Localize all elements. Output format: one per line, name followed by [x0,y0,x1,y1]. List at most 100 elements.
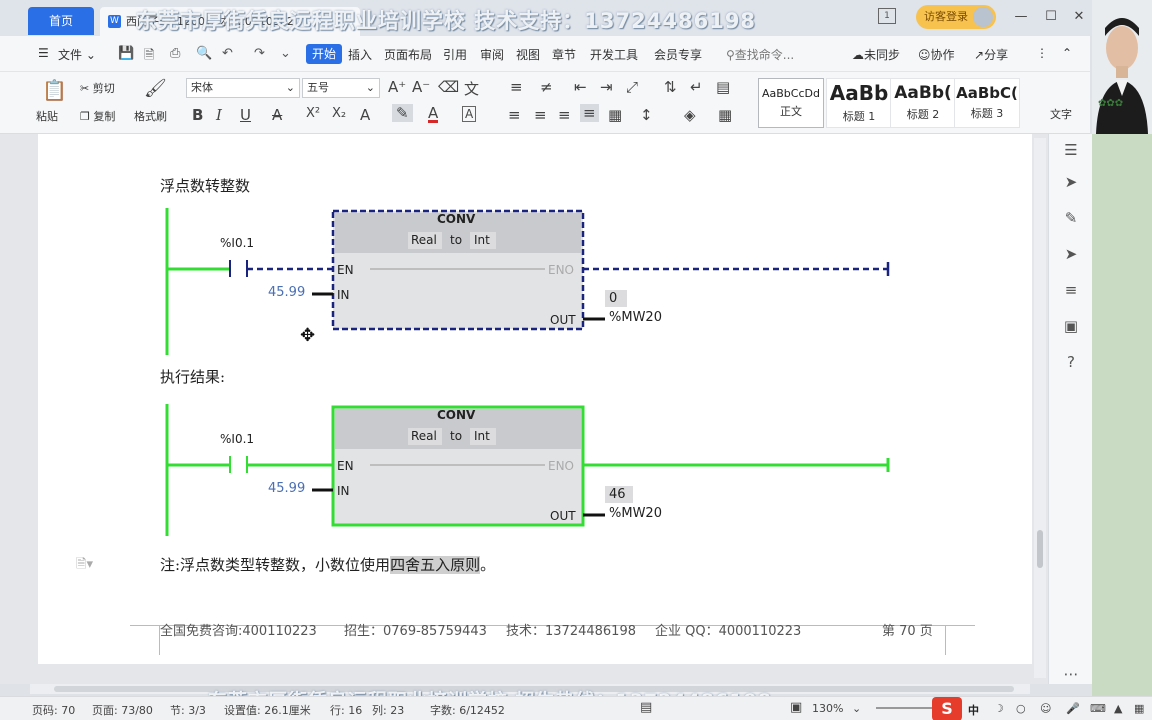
style-normal[interactable]: AaBbCcDd 正文 [758,78,824,128]
clear-format-icon[interactable]: ⌫ [438,78,459,96]
ime-logo-icon[interactable]: S [932,697,962,720]
superscript-icon[interactable]: X² [306,106,320,121]
bold-icon[interactable]: B [192,106,203,124]
collab-button[interactable]: ☺协作 [918,46,955,63]
status-page-number[interactable]: 页码: 70 [32,702,75,718]
page-view-icon[interactable]: ▤ [640,700,652,715]
char-border-icon[interactable]: A [462,106,477,122]
status-setting[interactable]: 设置值: 26.1厘米 [224,702,311,718]
indent-icon[interactable]: ⇥ [600,78,613,96]
zoom-slider[interactable] [876,707,932,709]
collapse-ribbon-icon[interactable]: ⌃ [1062,46,1072,60]
sync-status[interactable]: ☁未同步 [852,46,900,63]
increase-font-icon[interactable]: A⁺ [388,78,406,96]
share-button[interactable]: ↗分享 [974,46,1008,63]
subscript-icon[interactable]: X₂ [332,106,346,121]
font-size-select[interactable]: 五号 ⌄ [302,78,380,98]
menu-tab-view[interactable]: 视图 [516,46,540,63]
cut-button[interactable]: ✂ 剪切 [80,80,115,96]
underline-icon[interactable]: U [240,106,251,124]
font-color-icon[interactable]: A [428,106,439,123]
menu-tab-layout[interactable]: 页面布局 [384,46,432,63]
highlight-icon[interactable]: ✎ [392,104,413,122]
export-pdf-icon[interactable]: 🗎 [144,46,154,68]
scroll-thumb[interactable] [1037,530,1043,568]
align-right-icon[interactable]: ≡ [558,106,571,124]
archive-icon[interactable]: ▣ [1061,316,1081,336]
font-family-select[interactable]: 宋体 ⌄ [186,78,300,98]
ime-chinese-icon[interactable]: 中 [968,702,979,718]
home-tab[interactable]: 首页 [28,7,94,35]
rocket-icon[interactable]: ➤ [1061,172,1081,192]
file-menu[interactable]: 文件 ⌄ [58,46,96,63]
command-search[interactable]: ⚲查找命令... [726,46,794,63]
menu-tab-insert[interactable]: 插入 [348,46,372,63]
show-marks-icon[interactable]: ↵ [690,78,703,96]
fit-page-icon[interactable]: ▣ [790,700,802,715]
style-heading-2[interactable]: AaBb( 标题 2 [890,78,956,128]
shading-icon[interactable]: ◈ [684,106,696,124]
status-section[interactable]: 节: 3/3 [170,702,206,718]
text-effect-icon[interactable]: A [360,106,370,124]
menu-tab-start[interactable]: 开始 [306,44,342,64]
window-mode-icon[interactable]: 1 [878,8,896,24]
chinese-layout-icon[interactable]: ⤢ [626,78,638,96]
status-pages[interactable]: 页面: 73/80 [92,702,153,718]
save-icon[interactable]: 💾 [118,46,134,61]
menu-tab-chapter[interactable]: 章节 [552,46,576,63]
help-icon[interactable]: ? [1061,352,1081,372]
ime-moon-icon[interactable]: ☽ [994,702,1004,715]
align-left-icon[interactable]: ≡ [508,106,521,124]
hamburger-icon[interactable]: ☰ [38,46,49,60]
vertical-scrollbar[interactable] [1034,138,1046,678]
status-words[interactable]: 字数: 6/12452 [430,702,505,718]
sort-icon[interactable]: ⇅ [664,78,677,96]
text-tools-button[interactable]: 文字 [1050,106,1072,122]
style-heading-1[interactable]: AaBb 标题 1 [826,78,892,128]
maximize-button[interactable]: ☐ [1040,6,1062,28]
zoom-dropdown-icon[interactable]: ⌄ [852,702,861,715]
paste-icon[interactable]: 📋 [42,78,67,102]
settings-sliders-icon[interactable]: ≡ [1061,280,1081,300]
italic-icon[interactable]: I [216,106,222,124]
ime-grid-icon[interactable]: ▦ [1134,702,1144,715]
pen-icon[interactable]: ✎ [1061,208,1081,228]
pointer-icon[interactable]: ➤ [1061,244,1081,264]
decrease-font-icon[interactable]: A⁻ [412,78,430,96]
redo-icon[interactable]: ↷ [254,46,265,61]
borders-icon[interactable]: ▦ [718,106,732,124]
panel-menu-icon[interactable]: ☰ [1061,140,1081,160]
minimize-button[interactable]: — [1010,6,1032,28]
menu-tab-member[interactable]: 会员专享 [654,46,702,63]
paste-button[interactable]: 粘贴 [36,108,58,124]
ime-emoji-icon[interactable]: ☺ [1040,702,1051,715]
undo-icon[interactable]: ↶ [222,46,233,61]
close-button[interactable]: ✕ [1068,6,1090,28]
format-painter-button[interactable]: 格式刷 [134,108,167,124]
menu-tab-developer[interactable]: 开发工具 [590,46,638,63]
ime-keyboard-icon[interactable]: ⌨ [1090,702,1106,715]
menu-tab-references[interactable]: 引用 [443,46,467,63]
distribute-icon[interactable]: ▤ [716,78,730,96]
status-col[interactable]: 列: 23 [372,702,404,718]
paragraph-handle-icon[interactable]: 🗎▾ [76,555,93,577]
ime-shirt-icon[interactable]: ▲ [1114,702,1122,715]
phonetic-icon[interactable]: 文 [464,78,479,99]
zoom-level[interactable]: 130% [812,702,843,715]
menu-tab-review[interactable]: 审阅 [480,46,504,63]
justify-icon[interactable]: ≡ [580,104,599,122]
print-preview-icon[interactable]: 🔍 [196,46,212,61]
more-options-icon[interactable]: ⋯ [1061,664,1081,684]
distributed-align-icon[interactable]: ▦ [608,106,622,124]
copy-button[interactable]: ❐ 复制 [80,108,115,124]
more-icon[interactable]: ⋮ [1036,46,1048,60]
bullet-list-icon[interactable]: ≡ [510,78,523,96]
status-row[interactable]: 行: 16 [330,702,362,718]
visitor-login-button[interactable]: 访客登录 [916,5,996,29]
more-dropdown-icon[interactable]: ⌄ [280,46,291,61]
number-list-icon[interactable]: ≠ [540,78,553,96]
style-heading-3[interactable]: AaBbC( 标题 3 [954,78,1020,128]
strikethrough-icon[interactable]: A [272,106,282,124]
print-icon[interactable]: ⎙ [170,46,180,61]
align-center-icon[interactable]: ≡ [534,106,547,124]
